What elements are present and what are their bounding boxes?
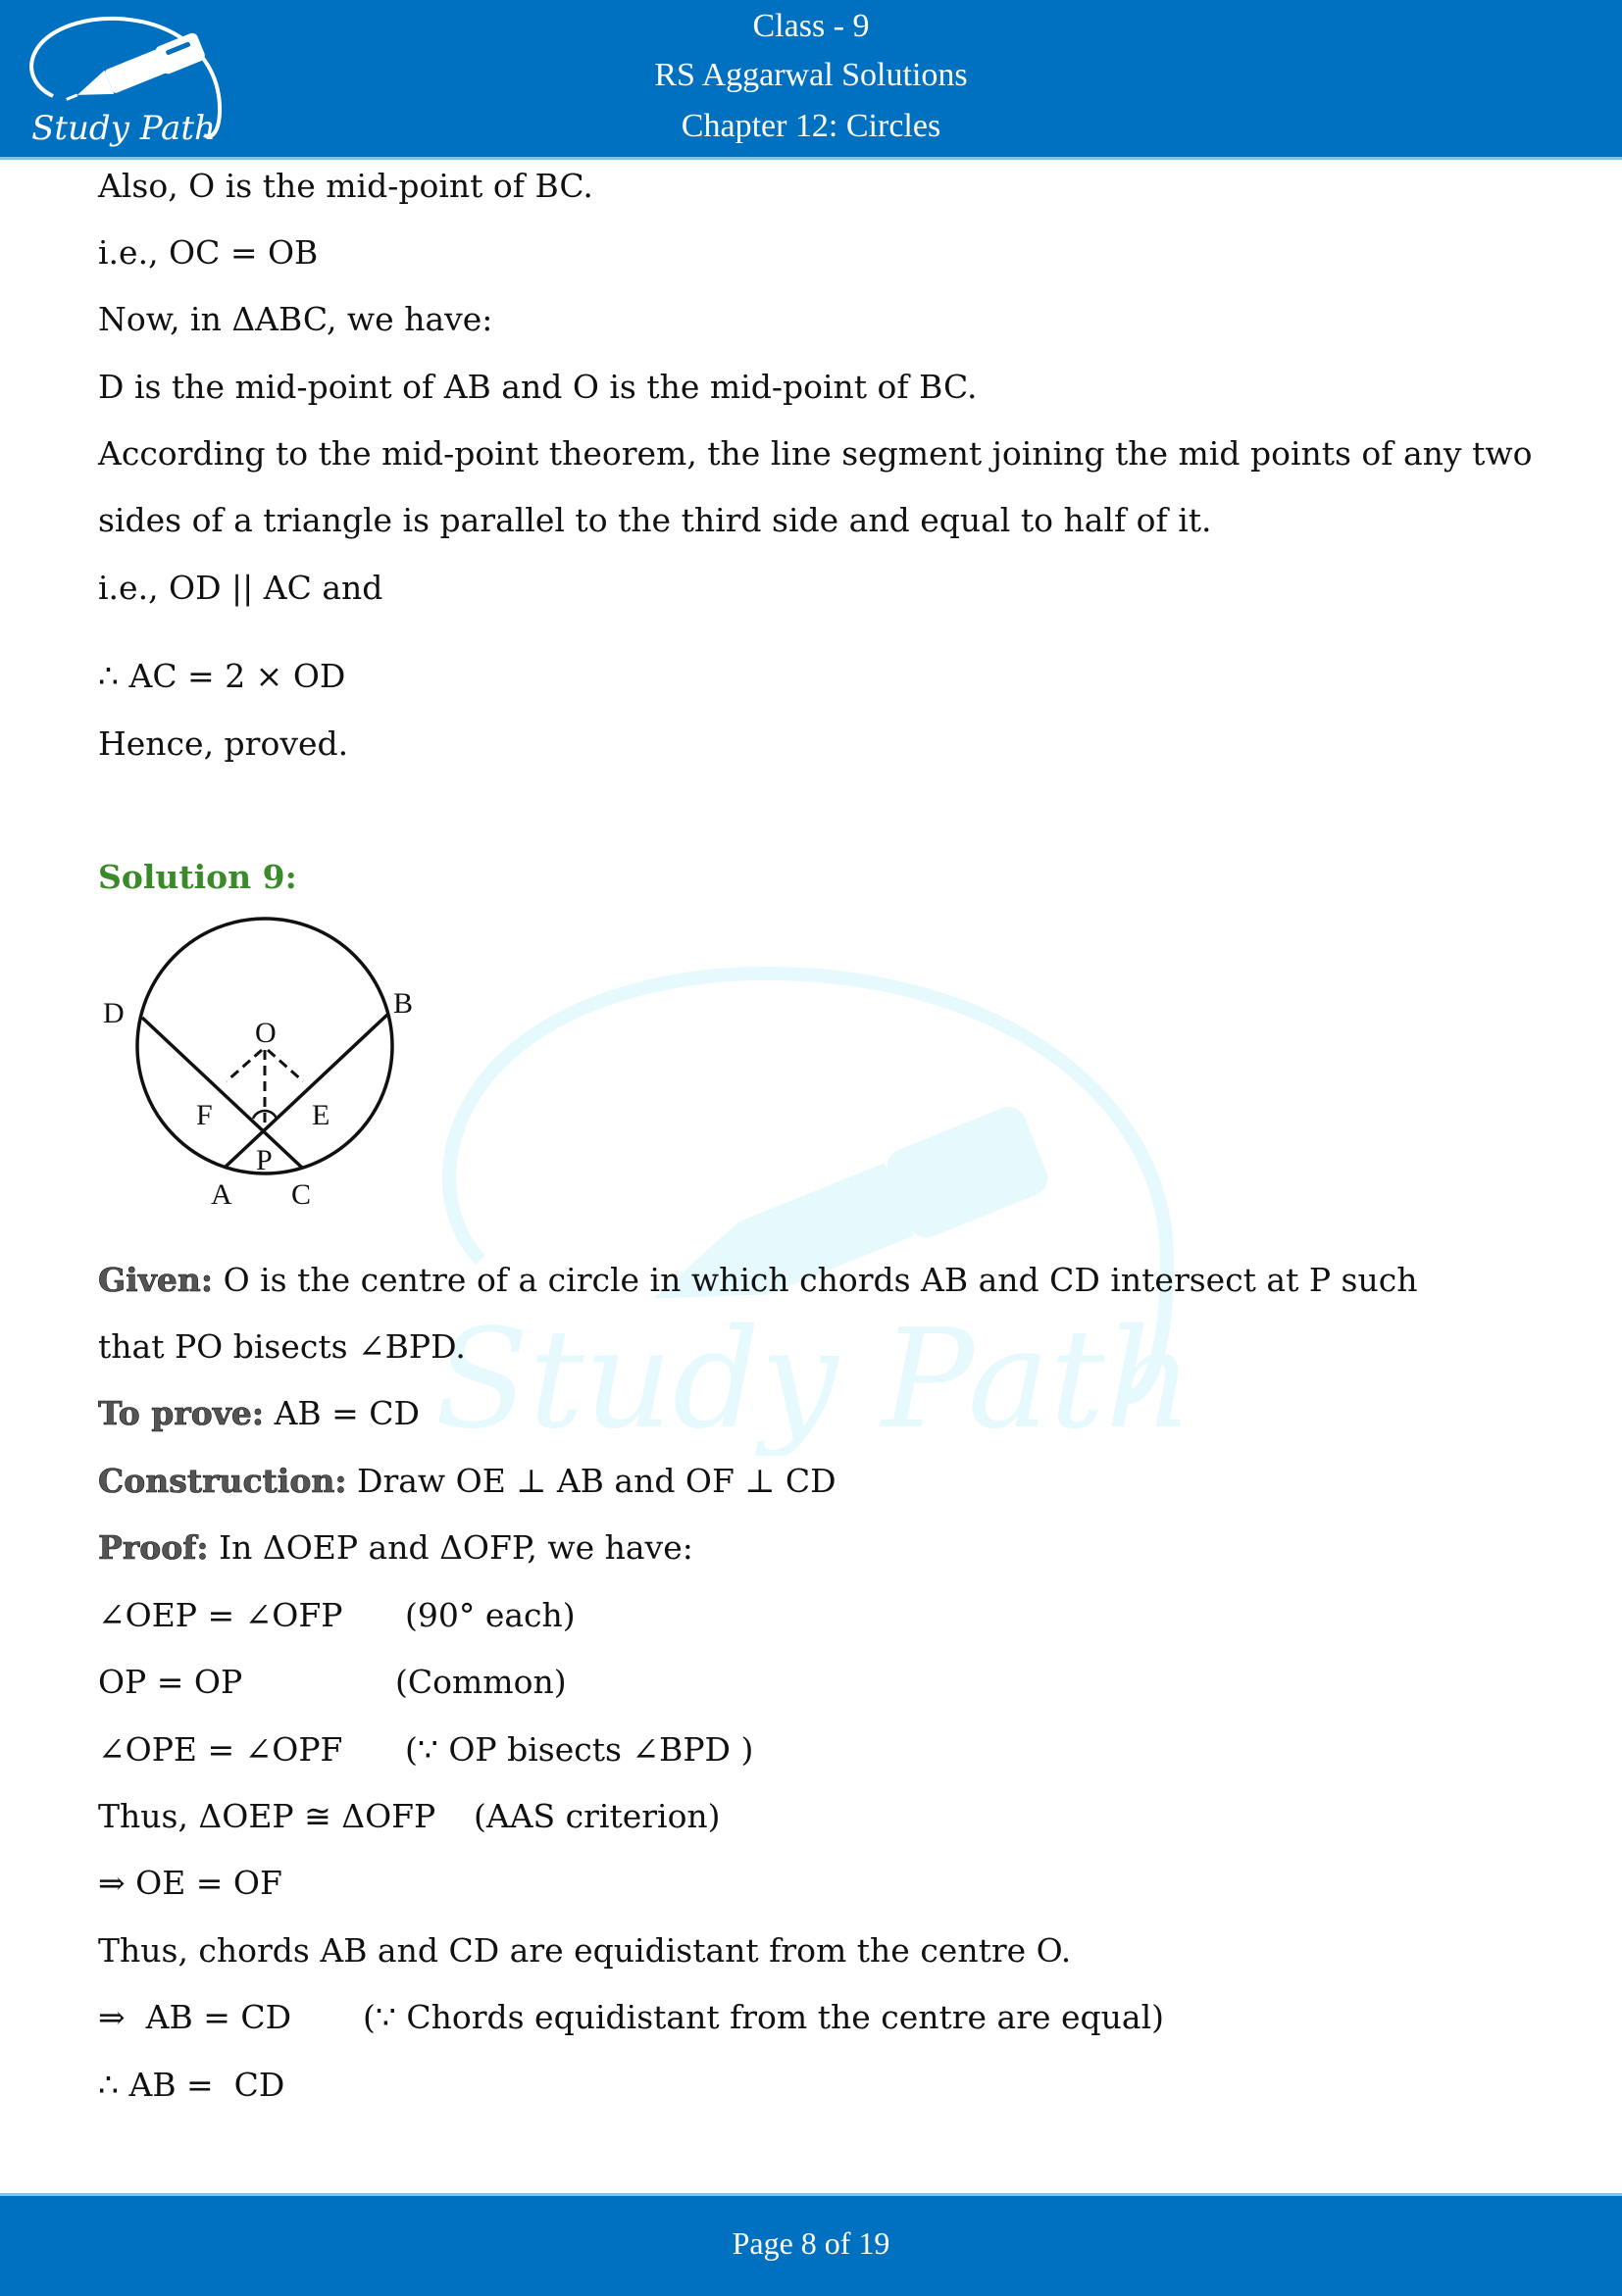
page-prefix: Page [732,2225,801,2261]
label-c: C [291,1178,311,1211]
text-line: Hence, proved. [98,724,349,763]
given-label: Given: [98,1261,214,1300]
construction-line: Construction: Draw OE ⊥ AB and OF ⊥ CD [98,1462,836,1501]
circle-chords-diagram: D B O F E P A C [103,917,413,1211]
final-step: ⇒ AB = CD (∵ Chords equidistant from the … [98,1998,1164,2037]
text-line: i.e., OD || AC and [98,569,383,607]
given-line-2: that PO bisects ∠BPD. [98,1327,466,1366]
step-reason: (90° each) [405,1596,576,1634]
page-footer: Page 8 of 19 [0,2193,1622,2296]
text-line: Thus, chords AB and CD are equidistant f… [98,1931,1072,1970]
proof-step: OP = OP (Common) [98,1663,567,1702]
step-statement: OP = OP [98,1663,243,1701]
segment-of [226,1048,263,1083]
given-text: O is the centre of a circle in which cho… [213,1261,1418,1299]
label-d: D [103,997,125,1029]
solution-heading: Solution 9: [98,858,297,896]
text-line: i.e., OC = OB [98,233,319,272]
proof-label: Proof: [98,1528,209,1568]
text-line: Also, O is the mid-point of BC. [98,167,593,205]
final-line: ∴ AB = CD [98,2066,285,2104]
proof-step: ∠OPE = ∠OPF (∵ OP bisects ∠BPD ) [98,1730,753,1770]
text-line: Now, in ΔABC, we have: [98,300,493,338]
step-statement: ∠OEP = ∠OFP [98,1596,343,1634]
to-prove-text: AB = CD [264,1394,421,1432]
step-reason: (∵ OP bisects ∠BPD ) [405,1730,754,1769]
text-line: According to the mid-point theorem, the … [98,434,1533,473]
proof-step: Thus, ΔOEP ≅ ΔOFP (AAS criterion) [98,1797,721,1836]
label-f: F [196,1099,213,1131]
step-reason: (∵ Chords equidistant from the centre ar… [363,1998,1165,2036]
label-p: P [256,1144,273,1176]
book-label: RS Aggarwal Solutions [654,57,968,93]
step-statement: Thus, ΔOEP ≅ ΔOFP [98,1797,436,1835]
to-prove-line: To prove: AB = CD [98,1394,420,1433]
step-reason: (AAS criterion) [474,1797,721,1835]
study-path-watermark: Study Path [434,966,1193,1456]
text-line: ⇒ OE = OF [98,1864,282,1902]
page-indicator: Page 8 of 19 [0,2225,1622,2262]
page-header: Study Path Class - 9 RS Aggarwal Solutio… [0,0,1622,160]
to-prove-label: To prove: [98,1394,265,1433]
chord-cd [140,1016,304,1170]
page-total: 19 [858,2225,890,2261]
label-a: A [211,1178,232,1211]
given-line: Given: O is the centre of a circle in wh… [98,1261,1418,1300]
chord-ab [224,1013,389,1169]
step-reason: (Common) [395,1663,567,1701]
page-mid: of [816,2225,859,2261]
chapter-label: Chapter 12: Circles [681,108,941,144]
proof-text: In ΔOEP and ΔOFP, we have: [208,1528,693,1567]
proof-step: ∠OEP = ∠OFP (90° each) [98,1596,576,1635]
construction-label: Construction: [98,1462,347,1501]
label-o: O [255,1017,277,1049]
page-current: 8 [800,2225,817,2261]
construction-text: Draw OE ⊥ AB and OF ⊥ CD [346,1462,836,1500]
label-e: E [312,1099,329,1131]
proof-line: Proof: In ΔOEP and ΔOFP, we have: [98,1528,693,1568]
step-statement: ∠OPE = ∠OPF [98,1730,343,1769]
text-line: ∴ AC = 2 × OD [98,657,346,695]
svg-text:Study Path: Study Path [434,1300,1192,1456]
class-label: Class - 9 [752,8,870,44]
text-line: sides of a triangle is parallel to the t… [98,501,1212,539]
step-statement: ⇒ AB = CD [98,1998,292,2036]
segment-oe [267,1048,304,1083]
label-b: B [393,987,413,1020]
text-line: D is the mid-point of AB and O is the mi… [98,368,978,406]
